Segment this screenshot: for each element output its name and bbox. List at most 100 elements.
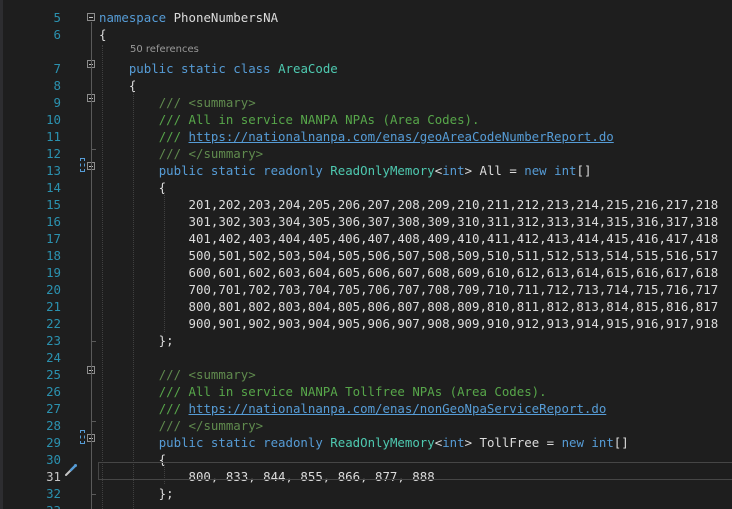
- code-line[interactable]: 22 900,901,902,903,904,905,906,907,908,9…: [0, 315, 732, 332]
- code-line[interactable]: 28 /// </summary>: [0, 417, 732, 434]
- code-line[interactable]: 16 301,302,303,304,305,306,307,308,309,3…: [0, 213, 732, 230]
- code-editor[interactable]: 5 namespace PhoneNumbersNA 6{7 public stat…: [0, 0, 732, 509]
- code-token: ReadOnlyMemory: [330, 163, 435, 178]
- line-number: 22: [46, 316, 61, 331]
- code-text[interactable]: 800,801,802,803,804,805,806,807,808,809,…: [99, 298, 719, 315]
- code-token: /// <summary>: [158, 95, 256, 110]
- code-line[interactable]: 25 /// <summary>: [0, 366, 732, 383]
- code-line[interactable]: 15 201,202,203,204,205,206,207,208,209,2…: [0, 196, 732, 213]
- code-line[interactable]: 8 {: [0, 77, 732, 94]
- fold-guide-end: [91, 341, 96, 342]
- code-token: /// </summary>: [158, 146, 264, 161]
- code-line[interactable]: 17 401,402,403,404,405,406,407,408,409,4…: [0, 230, 732, 247]
- code-text[interactable]: public static readonly ReadOnlyMemory<in…: [99, 434, 629, 451]
- line-number: 12: [46, 146, 61, 161]
- line-number: 32: [46, 486, 61, 501]
- code-token: /// <summary>: [158, 367, 256, 382]
- code-text[interactable]: {: [99, 26, 106, 43]
- code-line[interactable]: 7 public static class AreaCode: [0, 60, 732, 77]
- code-line[interactable]: 11 /// https://nationalnanpa.com/enas/ge…: [0, 128, 732, 145]
- line-number: 31: [46, 469, 61, 484]
- code-text[interactable]: public static readonly ReadOnlyMemory<in…: [99, 162, 592, 179]
- line-number: 7: [53, 61, 61, 76]
- code-token: ReadOnlyMemory: [330, 435, 435, 450]
- code-text[interactable]: 600,601,602,603,604,605,606,607,608,609,…: [99, 264, 719, 281]
- code-token: };: [99, 333, 174, 348]
- indent-guide: [164, 192, 165, 332]
- doc-link[interactable]: https://nationalnanpa.com/enas/geoAreaCo…: [189, 129, 614, 144]
- code-text[interactable]: /// <summary>: [99, 366, 256, 383]
- code-text[interactable]: /// https://nationalnanpa.com/enas/nonGe…: [99, 400, 607, 417]
- code-line[interactable]: 33: [0, 502, 732, 509]
- code-text[interactable]: 301,302,303,304,305,306,307,308,309,310,…: [99, 213, 719, 230]
- code-line[interactable]: 27 /// https://nationalnanpa.com/enas/no…: [0, 400, 732, 417]
- code-line[interactable]: 26 /// All in service NANPA Tollfree NPA…: [0, 383, 732, 400]
- code-token: public static readonly: [158, 163, 323, 178]
- code-line[interactable]: 32 };: [0, 485, 732, 502]
- code-line[interactable]: 9 /// <summary>: [0, 94, 732, 111]
- line-number: 8: [53, 78, 61, 93]
- code-text[interactable]: 201,202,203,204,205,206,207,208,209,210,…: [99, 196, 719, 213]
- code-line[interactable]: 19 600,601,602,603,604,605,606,607,608,6…: [0, 264, 732, 281]
- code-text[interactable]: /// <summary>: [99, 94, 256, 111]
- code-token: ///: [158, 401, 189, 416]
- code-text[interactable]: };: [99, 485, 174, 502]
- line-number: 27: [46, 401, 61, 416]
- codelens-references[interactable]: 50 references: [130, 43, 199, 56]
- code-token: []: [613, 435, 629, 450]
- code-line[interactable]: 5 namespace PhoneNumbersNA: [0, 9, 732, 26]
- line-number: 6: [53, 27, 61, 42]
- code-text[interactable]: /// All in service NANPA NPAs (Area Code…: [99, 111, 480, 128]
- code-token: 201,202,203,204,205,206,207,208,209,210,…: [99, 197, 719, 212]
- code-token: AreaCode: [278, 61, 338, 76]
- indent-guide: [102, 45, 103, 509]
- code-line[interactable]: 12 /// </summary>: [0, 145, 732, 162]
- code-line[interactable]: 18 500,501,502,503,504,505,506,507,508,5…: [0, 247, 732, 264]
- code-text[interactable]: 500,501,502,503,504,505,506,507,508,509,…: [99, 247, 719, 264]
- code-line[interactable]: 23 };: [0, 332, 732, 349]
- line-number: 19: [46, 265, 61, 280]
- code-text[interactable]: namespace PhoneNumbersNA: [99, 9, 278, 26]
- code-line[interactable]: 6{: [0, 26, 732, 43]
- code-text[interactable]: /// https://nationalnanpa.com/enas/geoAr…: [99, 128, 614, 145]
- code-text[interactable]: {: [99, 77, 136, 94]
- code-text[interactable]: 700,701,702,703,704,705,706,707,708,709,…: [99, 281, 719, 298]
- code-line[interactable]: 24: [0, 349, 732, 366]
- code-token: > TollFree =: [464, 435, 562, 450]
- change-indicator: [80, 430, 85, 444]
- line-number: 33: [0, 502, 61, 509]
- code-text[interactable]: };: [99, 332, 174, 349]
- code-line[interactable]: 20 700,701,702,703,704,705,706,707,708,7…: [0, 281, 732, 298]
- code-text[interactable]: 900,901,902,903,904,905,906,907,908,909,…: [99, 315, 719, 332]
- doc-link[interactable]: https://nationalnanpa.com/enas/nonGeoNpa…: [189, 401, 607, 416]
- code-text[interactable]: /// </summary>: [99, 145, 263, 162]
- code-token: };: [99, 486, 174, 501]
- code-token: public static readonly: [158, 435, 323, 450]
- code-text[interactable]: 401,402,403,404,405,406,407,408,409,410,…: [99, 230, 719, 247]
- code-text[interactable]: /// </summary>: [99, 417, 263, 434]
- code-line[interactable]: 10 /// All in service NANPA NPAs (Area C…: [0, 111, 732, 128]
- line-number: 17: [46, 231, 61, 246]
- code-text[interactable]: public static class AreaCode: [99, 60, 338, 77]
- code-text[interactable]: /// All in service NANPA Tollfree NPAs (…: [99, 383, 547, 400]
- fold-guide: [91, 103, 92, 149]
- fold-toggle-icon[interactable]: [87, 13, 95, 21]
- change-indicator: [80, 158, 85, 172]
- code-line[interactable]: 29 public static readonly ReadOnlyMemory…: [0, 434, 732, 451]
- code-line[interactable]: 14 {: [0, 179, 732, 196]
- line-number: 21: [46, 299, 61, 314]
- fold-guide-end: [91, 421, 96, 422]
- code-token: 500,501,502,503,504,505,506,507,508,509,…: [99, 248, 719, 263]
- code-line[interactable]: 21 800,801,802,803,804,805,806,807,808,8…: [0, 298, 732, 315]
- line-number: 9: [53, 95, 61, 110]
- line-number: 26: [46, 384, 61, 399]
- quick-actions-screwdriver-icon[interactable]: [64, 463, 78, 477]
- code-line[interactable]: 13 public static readonly ReadOnlyMemory…: [0, 162, 732, 179]
